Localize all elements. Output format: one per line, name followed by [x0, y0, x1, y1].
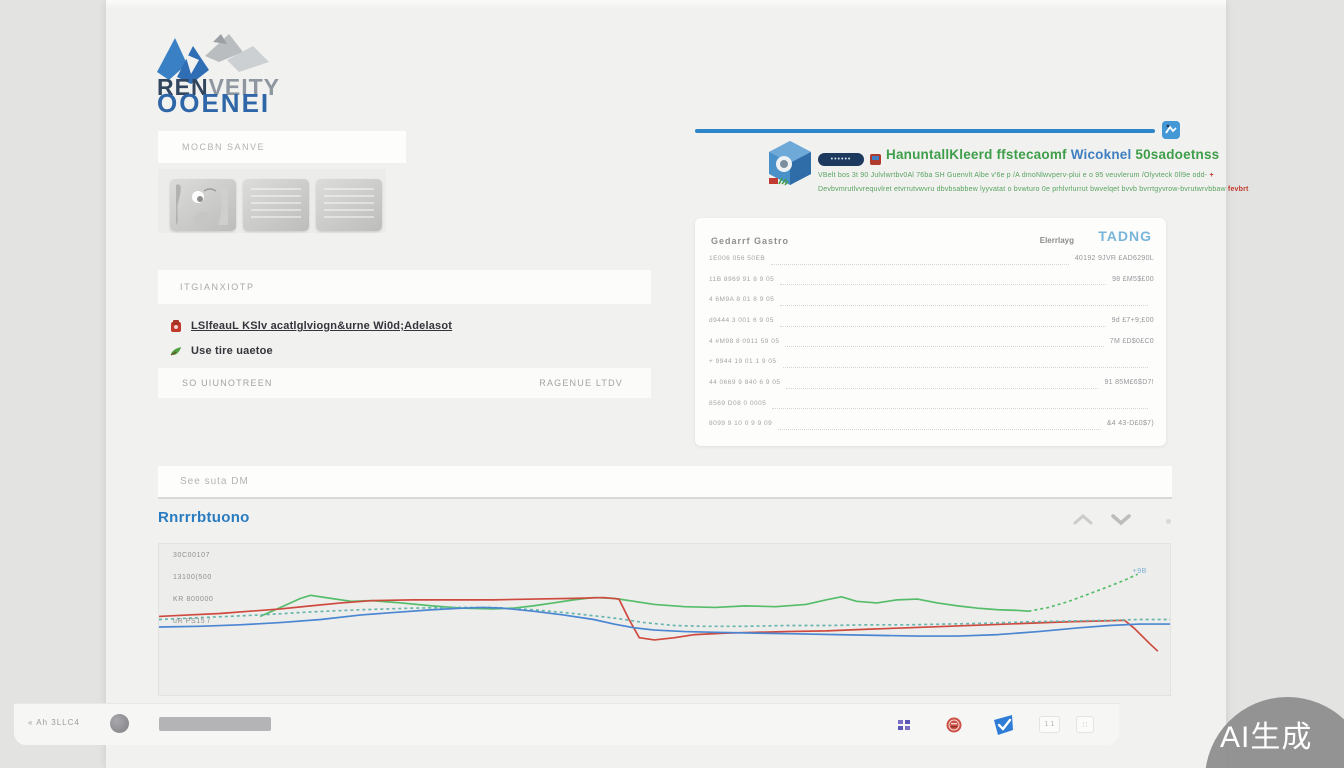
transactions-footer: SO UIUNOTREEN RAGENUE LTDV [158, 368, 651, 398]
chevron-up-icon[interactable] [1072, 512, 1094, 526]
filter-search-placeholder: See suta DM [158, 476, 249, 487]
dotted-leader [772, 397, 1148, 409]
account-row-label: 11B 8969 91 8 9 05 [709, 276, 774, 283]
y-tick-label: KR 800000 [173, 596, 213, 603]
account-row: d9444 3 001 6 9 05 9d £7+9;£00 [709, 310, 1154, 331]
stamp-icon[interactable] [946, 717, 962, 733]
transactions-footer-left: SO UIUNOTREEN [158, 378, 273, 388]
account-row: + 9944 19 01 1 9 05 [709, 351, 1154, 372]
dotted-leader [786, 376, 1098, 388]
bank-card-3[interactable] [316, 179, 382, 231]
bank-card-2[interactable] [243, 179, 309, 231]
transaction-link-label: LSlfeauL KSlv acatlglviogn&urne Wi0d;Ade… [191, 320, 452, 332]
notification-badge-icon[interactable] [1162, 121, 1180, 139]
account-row: 8569 D08 0 0005 [709, 393, 1154, 414]
account-row-label: 4 #M98 8 0911 59 05 [709, 338, 779, 345]
chart-section-title: Rnrrrbtuono [158, 509, 250, 526]
statement-brand: TADNG [1098, 228, 1152, 244]
statement-rows: 1E006 056 50EB 40192 9JVR £AD6290L 11B 896… [709, 248, 1154, 434]
account-row-value: &4 43-D£0$7) [1107, 420, 1154, 427]
chevron-down-icon[interactable] [1110, 512, 1132, 526]
notification-pill-button[interactable]: •••••• [818, 153, 864, 166]
dotted-leader [780, 314, 1106, 326]
account-row: 4 #M98 8 0911 59 05 7M £D$0£C0 [709, 331, 1154, 352]
series-red [159, 598, 1158, 652]
page: RENVEITY OOENEI MOCBN SANVE ITGIANXIOTP [0, 0, 1344, 768]
account-row: 44 0669 9 840 6 9 05 91 85M£6$D7! [709, 372, 1154, 393]
dotted-leader [785, 335, 1103, 347]
y-tick-label: 30C00107 [173, 552, 210, 559]
send-check-icon[interactable] [991, 713, 1015, 737]
avatar[interactable] [110, 714, 129, 733]
account-statement-card: Gedarrf Gastro Elerrlayg TADNG 1E006 056… [695, 218, 1166, 446]
account-row-label: 44 0669 9 840 6 9 05 [709, 379, 780, 386]
main-panel: RENVEITY OOENEI MOCBN SANVE ITGIANXIOTP [106, 0, 1226, 768]
account-row: 8099 9 10 0 9 9 09&4 43-D£0$7) [709, 414, 1154, 435]
account-row: 1E006 056 50EB 40192 9JVR £AD6290L [709, 248, 1154, 269]
series-green-dashed-forecast [1028, 574, 1137, 611]
alert-icon [170, 320, 183, 333]
account-row-label: 8099 9 10 0 9 9 09 [709, 420, 772, 427]
dotted-leader [771, 252, 1069, 264]
account-row-value: 91 85M£6$D7! [1104, 379, 1154, 386]
flag-mini-icon [870, 154, 881, 165]
statement-title: Gedarrf Gastro [711, 236, 789, 246]
account-row-label: d9444 3 001 6 9 05 [709, 317, 774, 324]
transaction-link-label: Use tire uaetoe [191, 345, 273, 357]
brand-wordmark-line2: OOENEI [157, 90, 280, 116]
dotted-leader [780, 273, 1106, 285]
more-dot-icon [1166, 519, 1171, 524]
performance-chart-svg [159, 544, 1170, 695]
dotted-leader [780, 294, 1148, 306]
transactions-footer-right[interactable]: RAGENUE LTDV [539, 378, 651, 388]
filter-search-input[interactable]: See suta DM [158, 466, 1172, 499]
ai-watermark-label: AI生成 [1220, 712, 1312, 756]
toolbar-progress-pill [159, 717, 271, 731]
toolbar-status-text: « Ah 3LLC4 [28, 718, 80, 727]
search-placeholder: MOCBN SANVE [158, 142, 265, 152]
search-input[interactable]: MOCBN SANVE [158, 131, 406, 163]
y-tick-label: 13100(500 [173, 574, 212, 581]
dotted-leader [778, 418, 1101, 430]
account-row: 11B 8969 91 8 9 05 98 £M5$£00 [709, 269, 1154, 290]
account-row-value: 7M £D$0£C0 [1110, 338, 1154, 345]
brand-wordmark: RENVEITY OOENEI [157, 76, 280, 116]
account-row-label: 1E006 056 50EB [709, 255, 765, 262]
transaction-link-2[interactable]: Use tire uaetoe [170, 343, 273, 359]
notification-body-line1: VBelt bos 3t 90 Julvlwrtbv0Al 76ba SH Gu… [818, 172, 1214, 179]
account-row: 4 6M9A 8 01 8 9 05 [709, 289, 1154, 310]
account-row-label: 8569 D08 0 0005 [709, 400, 766, 407]
account-row-label: + 9944 19 01 1 9 05 [709, 358, 777, 365]
transactions-title: ITGIANXIOTP [158, 282, 255, 292]
account-row-label: 4 6M9A 8 01 8 9 05 [709, 296, 774, 303]
bank-card-artwork[interactable] [170, 179, 236, 231]
transaction-link-1[interactable]: LSlfeauL KSlv acatlglviogn&urne Wi0d;Ade… [170, 318, 452, 334]
dotted-leader [783, 356, 1148, 368]
toolbar-button-pages[interactable]: 1 1 [1039, 716, 1060, 733]
account-row-value: 9d £7+9;£00 [1112, 317, 1154, 324]
performance-chart: 30C00107 13100(500 KR 800000 uR PS15 / +9B [158, 543, 1171, 696]
y-tick-label: uR PS15 / [173, 618, 210, 625]
notification-body-line2: Devbvmrutlvvrequvlret etvrrutvwvru dbvbs… [818, 186, 1249, 193]
notification-headline[interactable]: HanuntallKleerd ffstecaomf Wicoknel 50sa… [886, 147, 1219, 162]
package-cube-icon [767, 140, 813, 186]
account-row-value: 98 £M5$£00 [1112, 276, 1154, 283]
grid-icon[interactable] [898, 719, 910, 731]
transactions-header: ITGIANXIOTP [158, 270, 651, 304]
leaf-icon [170, 346, 183, 357]
toolbar-button-grid[interactable]: ∷ [1076, 716, 1094, 733]
account-row-value: 40192 9JVR £AD6290L [1075, 255, 1154, 262]
chart-annotation: +9B [1133, 568, 1147, 575]
progress-bar [695, 129, 1155, 133]
bottom-toolbar: « Ah 3LLC4 1 1 ∷ [14, 703, 1119, 745]
statement-subtitle: Elerrlayg [1040, 236, 1074, 245]
